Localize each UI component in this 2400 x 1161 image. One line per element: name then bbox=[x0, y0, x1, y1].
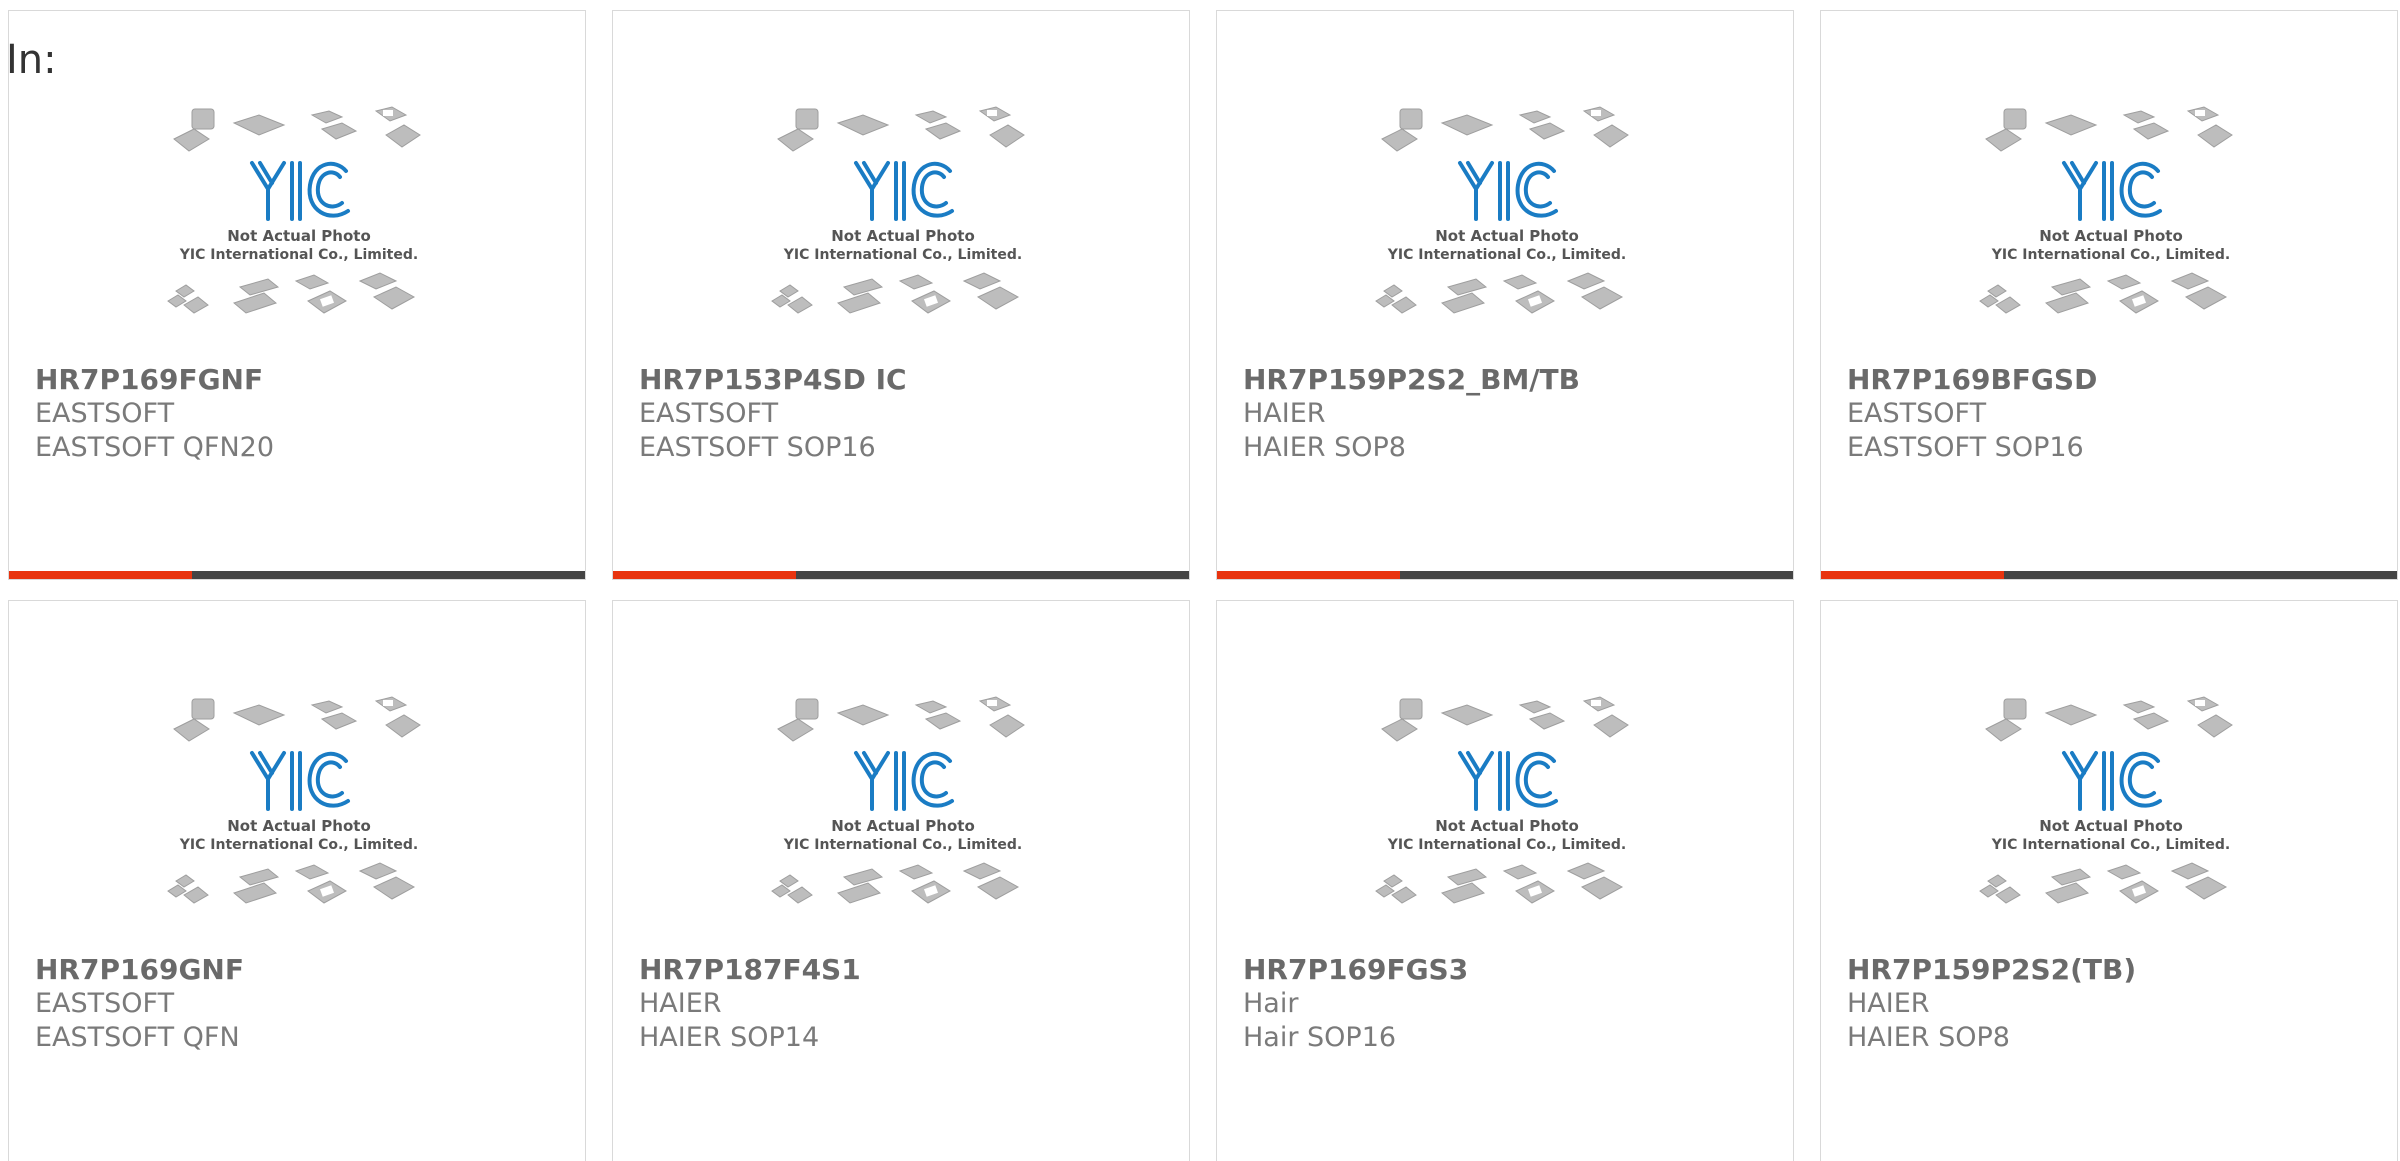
svg-text:Not Actual Photo: Not Actual Photo bbox=[831, 227, 975, 245]
svg-text:YIC International Co., Limited: YIC International Co., Limited. bbox=[1387, 247, 1626, 263]
product-part-number[interactable]: HR7P169GNF bbox=[35, 953, 244, 987]
product-placeholder-image[interactable]: Not Actual Photo YIC International Co., … bbox=[768, 101, 1038, 351]
product-package: EASTSOFT SOP16 bbox=[1847, 432, 2084, 463]
product-manufacturer: HAIER bbox=[639, 988, 722, 1019]
svg-text:Not Actual Photo: Not Actual Photo bbox=[1435, 817, 1579, 835]
product-card[interactable]: Not Actual Photo YIC International Co., … bbox=[8, 600, 586, 1161]
product-package: EASTSOFT QFN20 bbox=[35, 432, 275, 463]
filter-label: In: bbox=[6, 37, 57, 83]
svg-text:YIC International Co., Limited: YIC International Co., Limited. bbox=[1991, 247, 2230, 263]
product-manufacturer: HAIER bbox=[1243, 398, 1326, 429]
product-manufacturer: EASTSOFT bbox=[35, 398, 175, 429]
product-card[interactable]: Not Actual Photo YIC International Co., … bbox=[1820, 600, 2398, 1161]
product-part-number[interactable]: HR7P169FGNF bbox=[35, 363, 263, 397]
product-part-number[interactable]: HR7P169BFGSD bbox=[1847, 363, 2097, 397]
svg-text:YIC International Co., Limited: YIC International Co., Limited. bbox=[179, 837, 418, 853]
product-placeholder-image[interactable]: Not Actual Photo YIC International Co., … bbox=[1372, 101, 1642, 351]
svg-text:Not Actual Photo: Not Actual Photo bbox=[831, 817, 975, 835]
product-manufacturer: EASTSOFT bbox=[639, 398, 779, 429]
product-part-number[interactable]: HR7P159P2S2_BM/TB bbox=[1243, 363, 1580, 397]
product-manufacturer: Hair bbox=[1243, 988, 1299, 1019]
svg-text:YIC International Co., Limited: YIC International Co., Limited. bbox=[783, 837, 1022, 853]
product-manufacturer: HAIER bbox=[1847, 988, 1930, 1019]
product-package: EASTSOFT QFN bbox=[35, 1022, 240, 1053]
product-card[interactable]: Not Actual Photo YIC International Co., … bbox=[8, 10, 586, 580]
product-card[interactable]: Not Actual Photo YIC International Co., … bbox=[1216, 10, 1794, 580]
svg-text:YIC International Co., Limited: YIC International Co., Limited. bbox=[783, 247, 1022, 263]
product-placeholder-image[interactable]: Not Actual Photo YIC International Co., … bbox=[164, 101, 434, 351]
card-footer-bar bbox=[9, 571, 585, 579]
card-footer-accent bbox=[9, 571, 192, 579]
product-placeholder-image[interactable]: Not Actual Photo YIC International Co., … bbox=[164, 691, 434, 941]
svg-text:Not Actual Photo: Not Actual Photo bbox=[227, 227, 371, 245]
card-footer-accent bbox=[1821, 571, 2004, 579]
card-footer-accent bbox=[613, 571, 796, 579]
svg-text:Not Actual Photo: Not Actual Photo bbox=[2039, 227, 2183, 245]
card-footer-bar bbox=[1217, 571, 1793, 579]
product-card[interactable]: Not Actual Photo YIC International Co., … bbox=[1820, 10, 2398, 580]
svg-text:YIC International Co., Limited: YIC International Co., Limited. bbox=[1991, 837, 2230, 853]
svg-text:Not Actual Photo: Not Actual Photo bbox=[2039, 817, 2183, 835]
card-footer-bar bbox=[1821, 571, 2397, 579]
product-manufacturer: EASTSOFT bbox=[1847, 398, 1987, 429]
product-manufacturer: EASTSOFT bbox=[35, 988, 175, 1019]
svg-text:Not Actual Photo: Not Actual Photo bbox=[227, 817, 371, 835]
svg-text:YIC International Co., Limited: YIC International Co., Limited. bbox=[1387, 837, 1626, 853]
svg-text:Not Actual Photo: Not Actual Photo bbox=[1435, 227, 1579, 245]
product-package: HAIER SOP8 bbox=[1847, 1022, 2010, 1053]
product-card[interactable]: Not Actual Photo YIC International Co., … bbox=[612, 600, 1190, 1161]
product-package: EASTSOFT SOP16 bbox=[639, 432, 876, 463]
product-placeholder-image[interactable]: Not Actual Photo YIC International Co., … bbox=[768, 691, 1038, 941]
product-package: HAIER SOP8 bbox=[1243, 432, 1406, 463]
product-part-number[interactable]: HR7P153P4SD IC bbox=[639, 363, 907, 397]
product-placeholder-image[interactable]: Not Actual Photo YIC International Co., … bbox=[1976, 691, 2246, 941]
card-footer-accent bbox=[1217, 571, 1400, 579]
product-placeholder-image[interactable]: Not Actual Photo YIC International Co., … bbox=[1976, 101, 2246, 351]
product-card[interactable]: Not Actual Photo YIC International Co., … bbox=[1216, 600, 1794, 1161]
card-footer-bar bbox=[613, 571, 1189, 579]
product-placeholder-image[interactable]: Not Actual Photo YIC International Co., … bbox=[1372, 691, 1642, 941]
product-card[interactable]: Not Actual Photo YIC International Co., … bbox=[612, 10, 1190, 580]
product-package: Hair SOP16 bbox=[1243, 1022, 1397, 1053]
product-part-number[interactable]: HR7P187F4S1 bbox=[639, 953, 861, 987]
product-part-number[interactable]: HR7P159P2S2(TB) bbox=[1847, 953, 2136, 987]
product-part-number[interactable]: HR7P169FGS3 bbox=[1243, 953, 1468, 987]
svg-text:YIC International Co., Limited: YIC International Co., Limited. bbox=[179, 247, 418, 263]
product-grid: Not Actual Photo YIC International Co., … bbox=[0, 0, 2400, 1161]
product-package: HAIER SOP14 bbox=[639, 1022, 820, 1053]
